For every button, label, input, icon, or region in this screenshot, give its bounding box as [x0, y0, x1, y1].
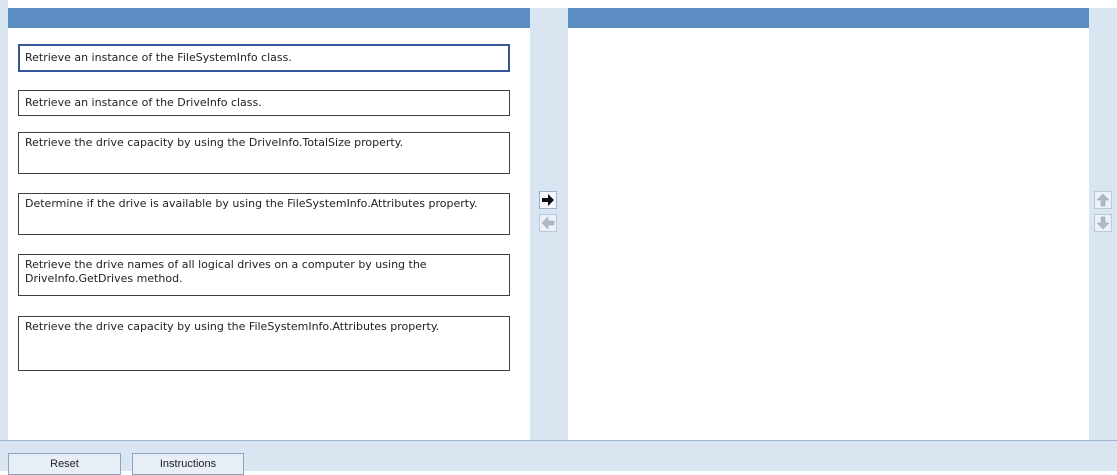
- arrow-down-icon: [1096, 216, 1110, 230]
- source-item-text: Retrieve the drive capacity by using the…: [25, 136, 404, 149]
- footer-bar: Reset Instructions: [0, 440, 1117, 475]
- target-list[interactable]: [568, 28, 1089, 440]
- target-panel: [568, 8, 1089, 440]
- move-right-button[interactable]: [539, 191, 557, 209]
- source-item[interactable]: Retrieve the drive capacity by using the…: [18, 132, 510, 174]
- source-panel: Retrieve an instance of the FileSystemIn…: [8, 8, 530, 440]
- arrow-left-icon: [541, 216, 555, 230]
- arrow-up-icon: [1096, 193, 1110, 207]
- source-item-text: Determine if the drive is available by u…: [25, 197, 478, 210]
- instructions-button[interactable]: Instructions: [132, 453, 244, 475]
- target-panel-header: [568, 8, 1089, 28]
- source-item[interactable]: Retrieve the drive names of all logical …: [18, 254, 510, 296]
- source-item[interactable]: Determine if the drive is available by u…: [18, 193, 510, 235]
- reset-button[interactable]: Reset: [8, 453, 121, 475]
- reset-button-label: Reset: [50, 458, 79, 470]
- source-item[interactable]: Retrieve an instance of the DriveInfo cl…: [18, 90, 510, 116]
- left-margin: [0, 0, 8, 440]
- instructions-button-label: Instructions: [159, 458, 217, 470]
- reorder-gutter: [1089, 8, 1117, 440]
- transfer-gutter: [530, 8, 568, 440]
- move-down-button[interactable]: [1094, 214, 1112, 232]
- source-item[interactable]: Retrieve the drive capacity by using the…: [18, 316, 510, 371]
- arrow-right-icon: [542, 194, 554, 206]
- source-panel-header: [8, 8, 530, 28]
- move-up-button[interactable]: [1094, 191, 1112, 209]
- move-left-button[interactable]: [539, 214, 557, 232]
- source-item[interactable]: Retrieve an instance of the FileSystemIn…: [18, 44, 510, 72]
- source-item-text: Retrieve an instance of the DriveInfo cl…: [25, 96, 262, 109]
- source-item-text: Retrieve the drive capacity by using the…: [25, 320, 440, 333]
- source-item-text: Retrieve an instance of the FileSystemIn…: [25, 51, 292, 64]
- source-item-text: Retrieve the drive names of all logical …: [25, 258, 427, 285]
